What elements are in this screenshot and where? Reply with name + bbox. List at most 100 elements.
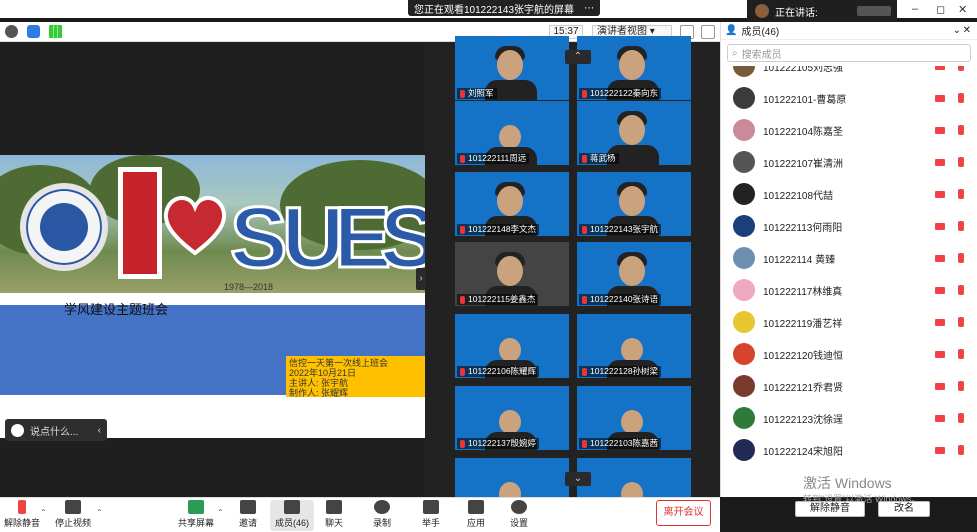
slide-info-line: 2022年10月21日 — [289, 368, 357, 378]
member-row[interactable]: 101222124宋旭阳 — [721, 434, 977, 466]
layout-icon[interactable] — [701, 25, 715, 39]
invite-button[interactable]: 邀请 — [226, 500, 270, 529]
panel-title: 成员(46) — [741, 27, 780, 38]
mic-off-icon — [460, 439, 465, 448]
participant-face — [499, 410, 521, 434]
share-options-icon[interactable]: ⋯ — [584, 3, 594, 14]
mic-off-icon — [460, 295, 465, 304]
chevron-left-icon[interactable]: ‹ — [98, 425, 101, 436]
maximize-button[interactable]: ◻ — [936, 3, 945, 16]
video-tile[interactable]: 101222115姜鑫杰 — [455, 242, 569, 306]
avatar — [733, 311, 755, 333]
info-icon[interactable] — [5, 25, 18, 38]
audio-options-caret[interactable]: ⌃ — [40, 508, 47, 517]
video-tile[interactable]: 101222128孙树梁 — [577, 314, 691, 378]
participant-name: 刘照军 — [468, 88, 494, 98]
quick-chat-input[interactable]: 说点什么... ‹ — [5, 419, 107, 441]
share-banner: 您正在观看101222143张宇航的屏幕 ⋯ — [408, 0, 601, 16]
video-tile[interactable]: 101222122秦向东 — [577, 36, 691, 100]
member-row[interactable]: 101222114 黄臻 — [721, 242, 977, 274]
member-search-input[interactable]: ⌕ 搜索成员 — [727, 44, 971, 62]
members-icon — [284, 500, 300, 514]
video-tile[interactable]: 101222140张诗语 — [577, 242, 691, 306]
video-tile[interactable]: 刘照军 — [455, 36, 569, 100]
member-row[interactable]: 101222108代喆 — [721, 178, 977, 210]
slide-info-line: 信控一天第一次线上班会 — [289, 358, 389, 368]
video-tile[interactable]: 101222148李文杰 — [455, 172, 569, 236]
search-icon: ⌕ — [732, 47, 738, 59]
member-row[interactable]: 101222107崔清洲 — [721, 146, 977, 178]
participant-face — [621, 410, 643, 434]
mic-off-icon — [18, 500, 26, 514]
participant-name: 101222115姜鑫杰 — [468, 294, 536, 304]
minimize-button[interactable]: – — [912, 3, 918, 15]
chat-button[interactable]: 聊天 — [312, 500, 356, 529]
share-screen-button[interactable]: 共享屏幕 — [174, 500, 218, 529]
raise-hand-button[interactable]: 举手 — [409, 500, 453, 529]
member-row[interactable]: 101222121乔君贤 — [721, 370, 977, 402]
apps-button[interactable]: 应用 — [454, 500, 498, 529]
participant-name: 101222122秦向东 — [590, 88, 659, 98]
avatar — [733, 151, 755, 173]
avatar — [733, 87, 755, 109]
signal-icon[interactable] — [49, 25, 62, 38]
video-tile[interactable]: 101222137殷婉婷 — [455, 386, 569, 450]
member-name: 101222104陈嘉圣 — [763, 126, 844, 138]
stop-video-button[interactable]: 停止视频 — [51, 500, 95, 529]
chevron-down-icon[interactable]: ⌄ — [953, 25, 961, 36]
leave-meeting-button[interactable]: 离开会议 — [656, 500, 711, 526]
video-tile[interactable]: 101222143张宇航 — [577, 172, 691, 236]
member-row[interactable]: 101222123沈徐逞 — [721, 402, 977, 434]
video-tile[interactable]: 101222106陈耀辉 — [455, 314, 569, 378]
mic-off-icon — [958, 157, 964, 167]
member-row[interactable]: 101222117林维真 — [721, 274, 977, 306]
gallery-down-arrow[interactable]: ⌄ — [565, 472, 591, 486]
member-row[interactable]: 101222119潘艺祥 — [721, 306, 977, 338]
video-tile[interactable]: 101222111周远 — [455, 101, 569, 165]
participant-namebar: 101222128孙树梁 — [579, 366, 662, 377]
video-options-caret[interactable]: ⌃ — [96, 508, 103, 517]
participant-face — [619, 186, 645, 216]
avatar — [733, 119, 755, 141]
avatar — [733, 66, 755, 77]
emoji-icon[interactable] — [11, 423, 24, 437]
participant-face — [499, 125, 521, 149]
share-screen-label: 共享屏幕 — [177, 518, 214, 528]
mic-off-icon — [958, 93, 964, 103]
member-name: 101222124宋旭阳 — [763, 446, 844, 458]
record-icon — [374, 500, 390, 514]
gallery-up-arrow[interactable]: ⌃ — [565, 50, 591, 64]
search-placeholder: 搜索成员 — [741, 49, 782, 61]
close-panel-icon[interactable]: ✕ — [963, 25, 971, 36]
close-window-button[interactable]: ✕ — [958, 3, 967, 16]
settings-button[interactable]: 设置 — [497, 500, 541, 529]
record-button[interactable]: 录制 — [360, 500, 404, 529]
participant-namebar: 101222115姜鑫杰 — [457, 294, 539, 305]
unmute-label: 解除静音 — [3, 518, 40, 528]
video-off-icon — [935, 126, 945, 134]
participant-name: 101222148李文杰 — [468, 224, 537, 234]
video-tile[interactable]: 101222103陈嘉茜 — [577, 386, 691, 450]
unmute-all-button[interactable]: 解除静音 — [795, 501, 865, 517]
rename-button[interactable]: 改名 — [878, 501, 930, 517]
video-gallery: 刘照军 101222122秦向东 101222111周远 蒋武杨 101222148李文… — [425, 36, 720, 522]
mic-off-icon — [958, 445, 964, 455]
record-label: 录制 — [372, 518, 391, 528]
shield-icon[interactable] — [27, 25, 40, 38]
video-tile[interactable]: 蒋武杨 — [577, 101, 691, 165]
avatar — [733, 215, 755, 237]
member-list: 101222105刘志强 101222101-曹葛原 101222104陈嘉圣 101… — [721, 66, 977, 466]
avatar — [733, 247, 755, 269]
member-row[interactable]: 101222113何雨阳 — [721, 210, 977, 242]
members-button[interactable]: 成员(46) — [270, 500, 314, 531]
member-row[interactable]: 101222120钱迪恒 — [721, 338, 977, 370]
unmute-button[interactable]: 解除静音 — [0, 500, 44, 529]
collapse-gallery-handle[interactable]: › — [416, 268, 426, 290]
avatar — [733, 279, 755, 301]
member-row[interactable]: 101222104陈嘉圣 — [721, 114, 977, 146]
participant-face — [499, 338, 521, 362]
share-options-caret[interactable]: ⌃ — [217, 508, 224, 517]
member-row[interactable]: 101222101-曹葛原 — [721, 82, 977, 114]
raise-hand-label: 举手 — [421, 518, 440, 528]
member-row[interactable]: 101222105刘志强 — [721, 66, 977, 82]
